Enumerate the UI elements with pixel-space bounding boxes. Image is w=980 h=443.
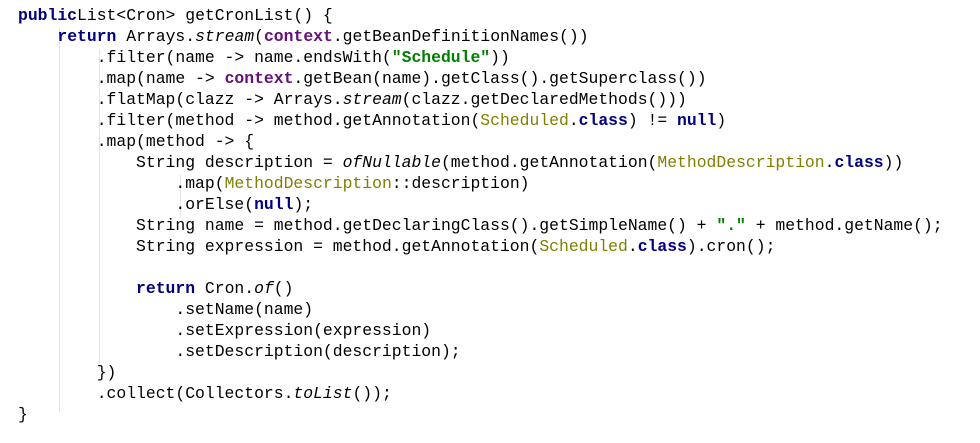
keyword: public <box>18 6 78 25</box>
keyword: class <box>834 153 884 172</box>
code-text: String description = <box>18 153 343 172</box>
code-text: .map( <box>18 174 225 193</box>
code-text: String name = method.getDeclaringClass()… <box>18 216 717 235</box>
code-line: .setExpression(expression) <box>18 320 943 341</box>
code-editor[interactable]: publicList<Cron> getCronList() { return … <box>18 5 943 425</box>
code-line: } <box>18 404 943 425</box>
keyword: null <box>254 195 294 214</box>
code-text: + method.getName(); <box>745 216 943 235</box>
code-line: .collect(Collectors.toList()); <box>18 383 943 404</box>
static-method: of <box>254 279 274 298</box>
keyword: return <box>57 27 117 46</box>
code-text: () <box>273 279 294 298</box>
code-text: .collect(Collectors. <box>18 384 294 403</box>
code-text: ) != <box>627 111 678 130</box>
code-text: List<Cron> getCronList() { <box>77 6 333 25</box>
annotation-class: MethodDescription <box>657 153 825 172</box>
string-literal: "." <box>716 216 746 235</box>
code-text: ()); <box>352 384 392 403</box>
code-line: .map(method -> { <box>18 131 943 152</box>
static-method: stream <box>195 27 255 46</box>
code-line: .flatMap(clazz -> Arrays.stream(clazz.ge… <box>18 89 943 110</box>
code-text: String expression = method.getAnnotation… <box>18 237 540 256</box>
annotation-class: MethodDescription <box>224 174 392 193</box>
code-line: return Arrays.stream(context.getBeanDefi… <box>18 26 943 47</box>
code-text: .getBean(name).getClass().getSuperclass(… <box>293 69 707 88</box>
static-method: stream <box>342 90 402 109</box>
code-text: . <box>627 237 638 256</box>
static-method: toList <box>293 384 353 403</box>
code-text: )) <box>883 153 904 172</box>
keyword: return <box>136 279 196 298</box>
keyword: class <box>578 111 628 130</box>
code-text: Arrays. <box>116 27 196 46</box>
code-text: .setName(name) <box>18 300 314 319</box>
code-text: ); <box>293 195 314 214</box>
code-line: .filter(method -> method.getAnnotation(S… <box>18 110 943 131</box>
code-line: return Cron.of() <box>18 278 943 299</box>
annotation-class: Scheduled <box>539 237 628 256</box>
code-text: } <box>18 405 28 424</box>
keyword: class <box>637 237 687 256</box>
keyword: null <box>677 111 717 130</box>
code-line: .setName(name) <box>18 299 943 320</box>
code-text: .flatMap(clazz -> Arrays. <box>18 90 343 109</box>
code-text: )) <box>490 48 510 67</box>
static-method: ofNullable <box>342 153 441 172</box>
code-text: (method.getAnnotation( <box>440 153 658 172</box>
field: context <box>224 69 294 88</box>
code-line: .filter(name -> name.endsWith("Schedule"… <box>18 47 943 68</box>
code-text: ( <box>254 27 264 46</box>
code-line: .map(MethodDescription::description) <box>18 173 943 194</box>
code-line: String expression = method.getAnnotation… <box>18 236 943 257</box>
code-line: publicList<Cron> getCronList() { <box>18 5 943 26</box>
annotation-class: Scheduled <box>480 111 569 130</box>
code-text: ) <box>716 111 727 130</box>
code-text: .filter(name -> name.endsWith( <box>18 48 392 67</box>
code-line: .map(name -> context.getBean(name).getCl… <box>18 68 943 89</box>
code-line: String description = ofNullable(method.g… <box>18 152 943 173</box>
code-text: .filter(method -> method.getAnnotation( <box>18 111 481 130</box>
code-line: }) <box>18 362 943 383</box>
code-line: .orElse(null); <box>18 194 943 215</box>
code-text: Cron. <box>195 279 255 298</box>
code-line: .setDescription(description); <box>18 341 943 362</box>
code-text: .map(name -> <box>18 69 225 88</box>
code-text: (clazz.getDeclaredMethods())) <box>401 90 687 109</box>
code-text: ::description) <box>391 174 530 193</box>
code-text: . <box>568 111 579 130</box>
string-literal: "Schedule" <box>391 48 491 67</box>
code-text: .setDescription(description); <box>18 342 461 361</box>
code-text: .setExpression(expression) <box>18 321 432 340</box>
code-line: String name = method.getDeclaringClass()… <box>18 215 943 236</box>
code-text: .getBeanDefinitionNames()) <box>332 27 589 46</box>
code-text: . <box>824 153 835 172</box>
field: context <box>263 27 333 46</box>
code-text: .orElse( <box>18 195 255 214</box>
code-text: ).cron(); <box>686 237 776 256</box>
code-text: .map(method -> { <box>18 132 255 151</box>
code-text: }) <box>18 363 117 382</box>
